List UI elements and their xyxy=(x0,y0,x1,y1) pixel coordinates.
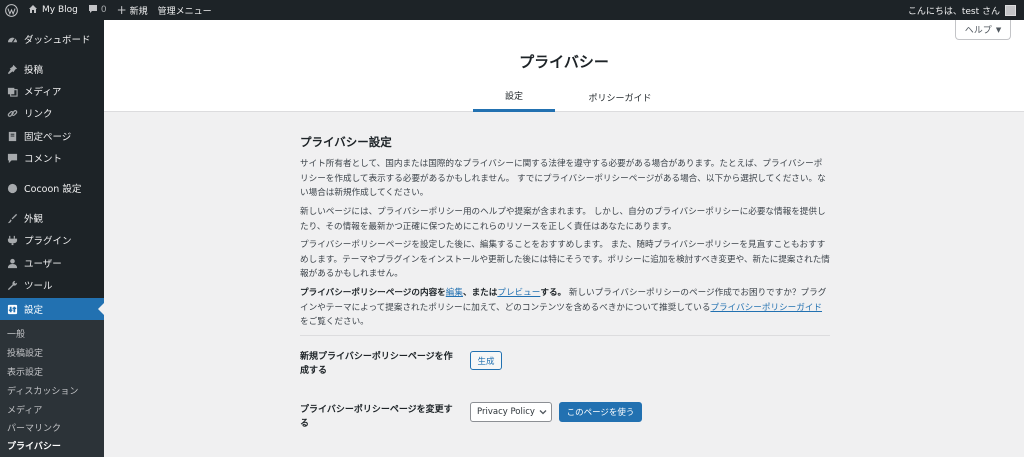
submenu-item-reading[interactable]: 表示設定 xyxy=(0,362,104,380)
sidebar-item-links[interactable]: リンク xyxy=(0,102,104,124)
admin-sidebar: ダッシュボード 投稿 メディア リンク 固定ページ コメント Cocoon 設定… xyxy=(0,20,104,457)
wrench-icon xyxy=(6,279,18,291)
privacy-page-select[interactable]: Privacy Policy xyxy=(470,402,552,422)
edit-recommendation-paragraph: プライバシーポリシーページを設定した後に、編集することをおすすめします。 また、… xyxy=(300,240,830,279)
create-page-label: 新規プライバシーポリシーページを作成する xyxy=(300,352,453,376)
brush-icon xyxy=(6,212,18,224)
sidebar-item-plugins[interactable]: プラグイン xyxy=(0,229,104,251)
sidebar-item-cocoon[interactable]: Cocoon 設定 xyxy=(0,177,104,199)
preview-link[interactable]: プレビュー xyxy=(497,288,540,298)
sidebar-item-dashboard[interactable]: ダッシュボード xyxy=(0,28,104,50)
settings-icon xyxy=(6,303,18,315)
submenu-item-media[interactable]: メディア xyxy=(0,400,104,418)
site-name-link[interactable]: My Blog xyxy=(23,0,83,20)
sidebar-item-label: 固定ページ xyxy=(24,132,72,143)
use-this-page-button[interactable]: このページを使う xyxy=(559,402,642,422)
help-button[interactable]: ヘルプ ▼ xyxy=(955,20,1011,40)
submenu-item-general[interactable]: 一般 xyxy=(0,324,104,342)
see-text: をご覧ください。 xyxy=(300,317,369,327)
user-icon xyxy=(6,257,18,269)
change-page-label: プライバシーポリシーページを変更する xyxy=(300,405,453,429)
sidebar-item-label: ツール xyxy=(24,281,53,292)
comments-link[interactable]: 0 xyxy=(83,0,112,20)
tab-policy-guide[interactable]: ポリシーガイド xyxy=(574,82,666,112)
avatar[interactable] xyxy=(1005,4,1016,16)
sidebar-item-comments[interactable]: コメント xyxy=(0,147,104,169)
media-icon xyxy=(6,85,18,97)
section-title: プライバシー設定 xyxy=(300,135,392,149)
admin-bar: My Blog 0 + 新規 管理メニュー こんにちは、test さん xyxy=(0,0,1024,20)
select-value: Privacy Policy xyxy=(477,407,535,417)
sidebar-item-media[interactable]: メディア xyxy=(0,80,104,102)
privacy-header: ヘルプ ▼ プライバシー 設定 ポリシーガイド xyxy=(104,20,1024,112)
plugin-icon xyxy=(6,234,18,246)
sidebar-item-users[interactable]: ユーザー xyxy=(0,252,104,274)
page-title: プライバシー xyxy=(519,53,609,71)
submenu-item-writing[interactable]: 投稿設定 xyxy=(0,343,104,361)
sidebar-item-label: メディア xyxy=(24,87,62,98)
new-label: 新規 xyxy=(129,6,148,17)
home-icon xyxy=(28,4,38,17)
sidebar-item-label: 投稿 xyxy=(24,65,44,76)
help-paragraph: 新しいページには、プライバシーポリシー用のヘルプや提案が含まれます。 しかし、自… xyxy=(300,207,826,232)
tab-settings[interactable]: 設定 xyxy=(473,82,555,112)
create-button[interactable]: 生成 xyxy=(470,351,502,370)
comment-bubble-icon xyxy=(88,4,98,17)
sidebar-item-label: ユーザー xyxy=(24,259,62,270)
comment-icon xyxy=(6,152,18,164)
sidebar-item-label: リンク xyxy=(24,109,53,120)
greeting[interactable]: こんにちは、test さん xyxy=(908,4,1000,17)
plus-icon: + xyxy=(116,3,127,17)
submenu-item-privacy[interactable]: プライバシー xyxy=(0,436,104,454)
or-bold: 、または xyxy=(462,288,498,298)
sidebar-item-label: 設定 xyxy=(24,305,44,316)
edit-link[interactable]: 編集 xyxy=(446,288,463,298)
new-content-link[interactable]: + 新規 xyxy=(112,0,153,20)
circle-icon xyxy=(6,182,18,194)
admin-menu-link[interactable]: 管理メニュー xyxy=(153,0,217,20)
intro-paragraph: サイト所有者として、国内または国際的なプライバシーに関する法律を遵守する必要があ… xyxy=(300,159,826,198)
sidebar-item-tools[interactable]: ツール xyxy=(0,274,104,296)
sidebar-item-label: プラグイン xyxy=(24,236,72,247)
sidebar-item-pages[interactable]: 固定ページ xyxy=(0,125,104,147)
pin-icon xyxy=(6,63,18,75)
sidebar-item-label: 外観 xyxy=(24,214,44,225)
sidebar-item-appearance[interactable]: 外観 xyxy=(0,207,104,229)
help-label: ヘルプ xyxy=(964,26,992,36)
page-icon xyxy=(6,130,18,142)
policy-content-paragraph: プライバシーポリシーページの内容を編集、またはプレビューする。 新しいプライバシ… xyxy=(300,286,830,330)
sidebar-item-label: ダッシュボード xyxy=(24,35,91,46)
sidebar-item-settings[interactable]: 設定 xyxy=(0,298,104,320)
settings-submenu: 一般 投稿設定 表示設定 ディスカッション メディア パーマリンク プライバシー xyxy=(0,320,104,457)
wordpress-logo-icon[interactable] xyxy=(0,0,23,20)
sidebar-item-label: Cocoon 設定 xyxy=(24,184,82,195)
sidebar-item-posts[interactable]: 投稿 xyxy=(0,58,104,80)
comments-count: 0 xyxy=(100,5,107,15)
sidebar-item-label: コメント xyxy=(24,154,63,165)
submenu-item-discussion[interactable]: ディスカッション xyxy=(0,381,104,399)
caret-down-icon: ▼ xyxy=(995,25,1002,34)
site-name: My Blog xyxy=(42,5,78,15)
dashboard-icon xyxy=(6,33,18,45)
divider xyxy=(300,335,830,336)
link-icon xyxy=(6,107,18,119)
do-bold: する。 xyxy=(540,288,567,298)
submenu-item-permalinks[interactable]: パーマリンク xyxy=(0,418,104,436)
privacy-policy-guide-link[interactable]: プライバシーポリシーガイド xyxy=(710,303,822,313)
chevron-down-icon xyxy=(539,408,547,418)
policy-content-bold: プライバシーポリシーページの内容を xyxy=(300,288,446,298)
